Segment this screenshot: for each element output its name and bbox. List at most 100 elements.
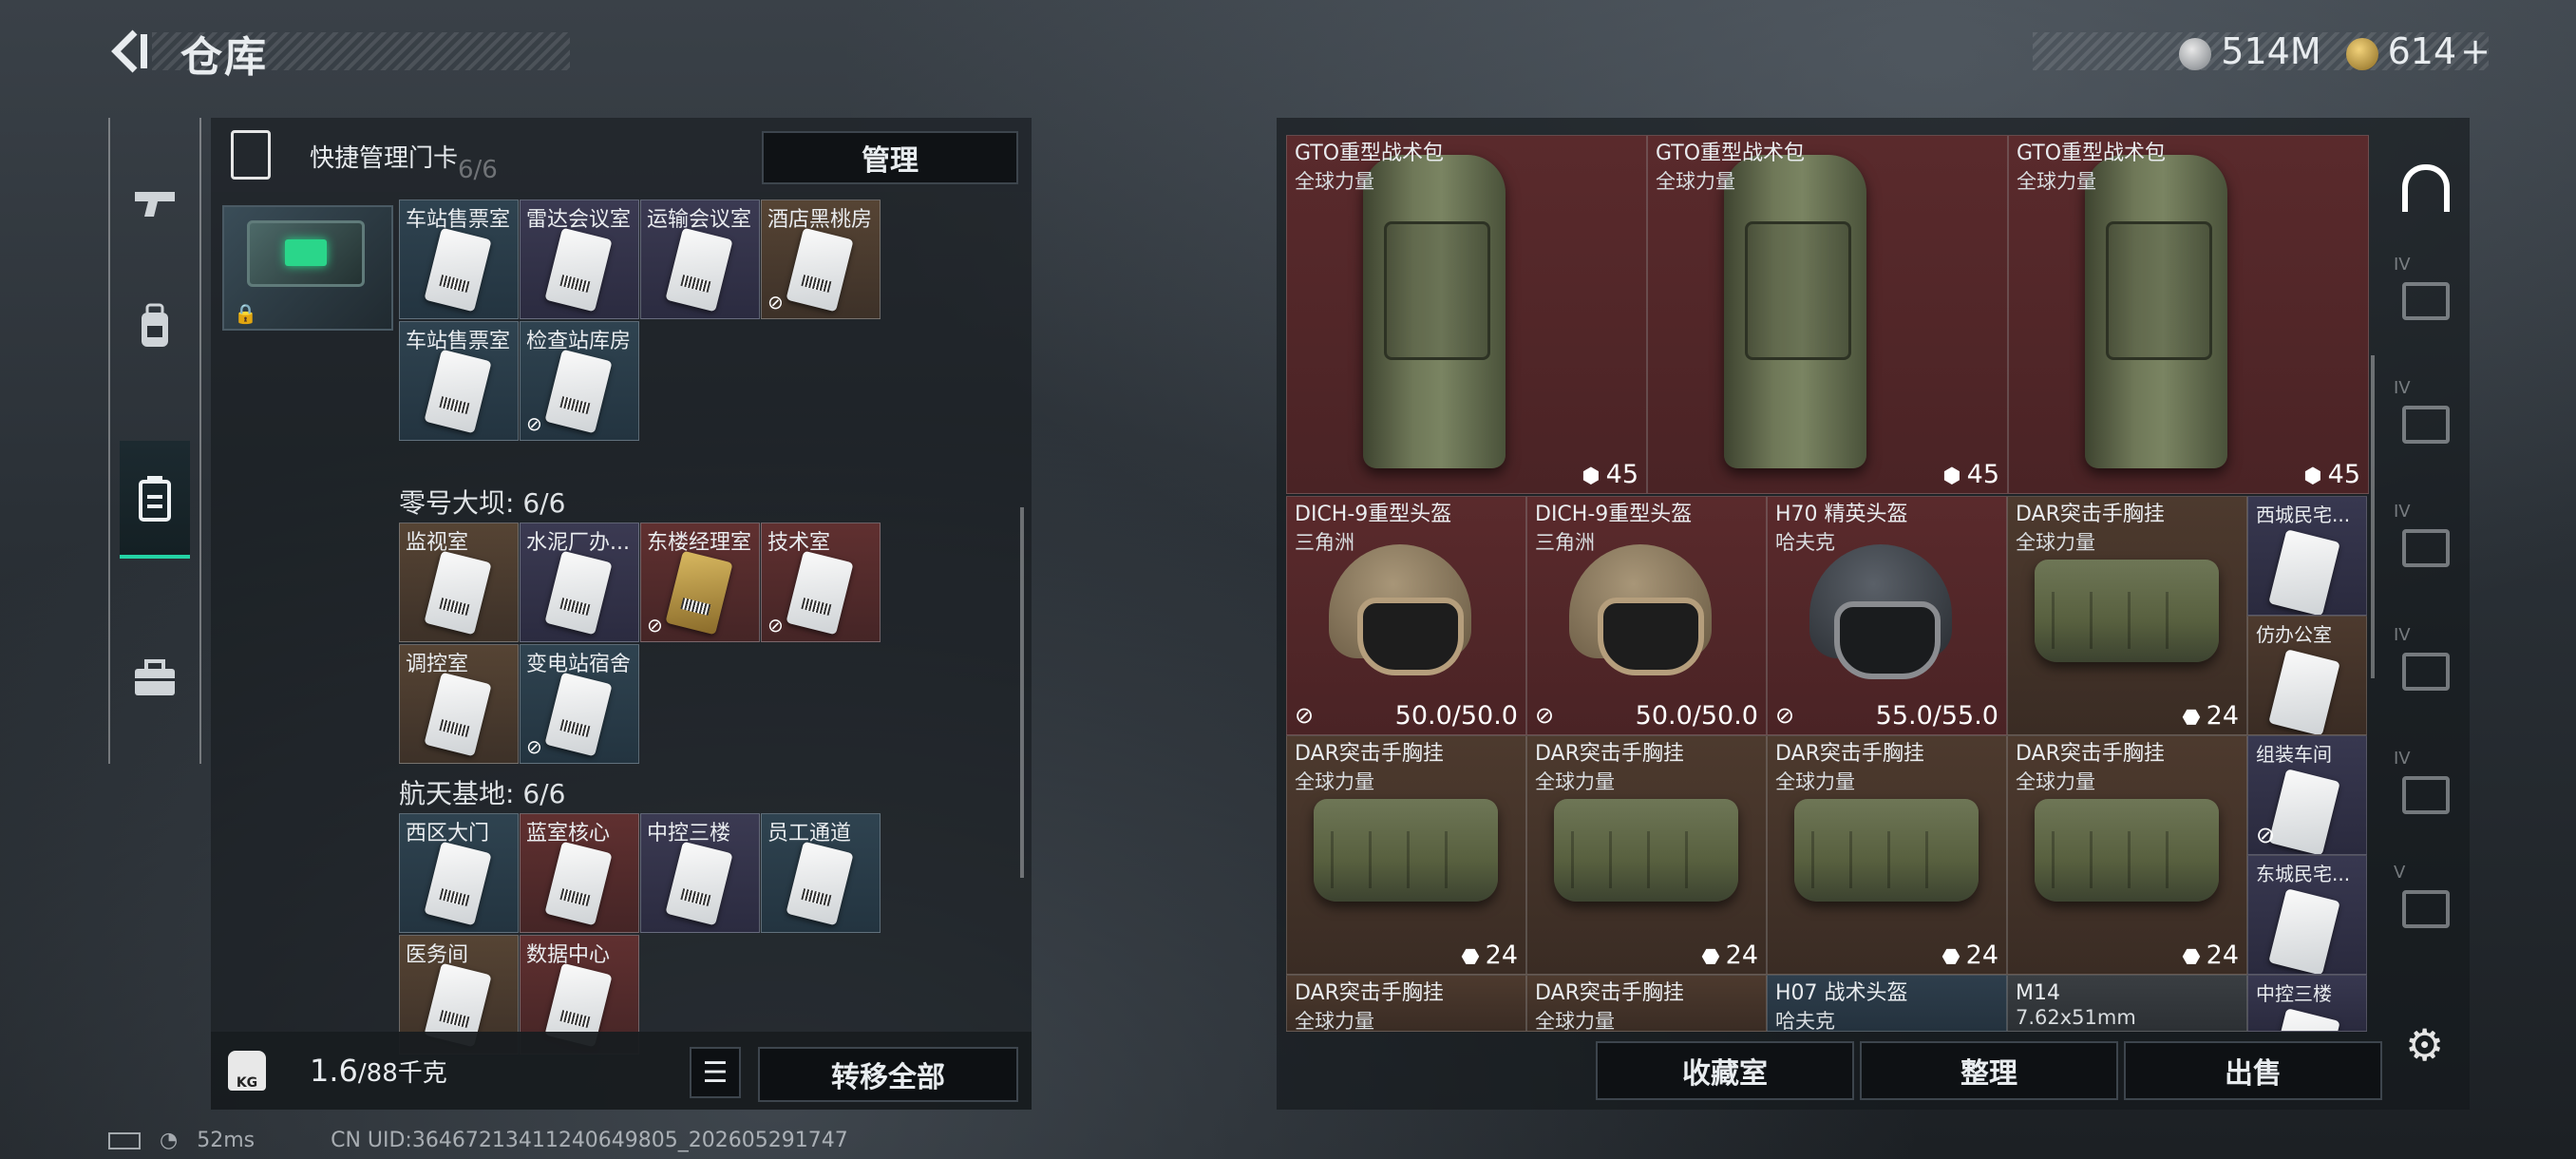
sort-button[interactable]: 整理: [1860, 1041, 2118, 1100]
keycard-cell[interactable]: 调控室: [399, 644, 519, 764]
keycard-name: 车站售票室: [406, 330, 511, 353]
toolbox-tab[interactable]: [120, 621, 190, 735]
no-drop-icon: ⊘: [2256, 822, 2276, 848]
left-scrollbar[interactable]: [1020, 507, 1024, 878]
keycard-image: [544, 672, 613, 757]
keycard-cell[interactable]: 酒店黑桃房 ⊘: [761, 200, 881, 319]
item-value-text: 24: [2206, 940, 2239, 970]
gold-currency[interactable]: 614 +: [2345, 30, 2491, 72]
stash-item[interactable]: M14 7.62x51mm: [2007, 975, 2247, 1032]
stash-item[interactable]: DAR突击手胸挂 全球力量: [1526, 975, 1767, 1032]
item-faction: 全球力量: [1295, 170, 1374, 193]
stash-keycard[interactable]: 组装车间 ⊘: [2247, 735, 2367, 855]
stash-item[interactable]: DAR突击手胸挂 全球力量 ⬣ 24: [2007, 496, 2247, 735]
capacity-icon: ⬣: [1461, 945, 1480, 969]
keycard-name: 运输会议室: [647, 208, 752, 232]
stash-item[interactable]: GTO重型战术包 全球力量 ⬢ 45: [1647, 135, 2008, 494]
stash-item[interactable]: DICH-9重型头盔 三角洲 50.0/50.0 ⊘: [1286, 496, 1526, 735]
keycard-cell[interactable]: 雷达会议室: [520, 200, 639, 319]
stash-item[interactable]: H07 战术头盔 哈夫克: [1767, 975, 2007, 1032]
pistol-icon: [135, 192, 175, 217]
keycard-cell[interactable]: 车站售票室: [399, 321, 519, 441]
stash-tab[interactable]: IV: [2388, 370, 2464, 466]
keycard-cell[interactable]: 蓝室核心: [520, 813, 639, 933]
stash-tab[interactable]: V: [2388, 855, 2464, 950]
backpack-tab[interactable]: [120, 270, 190, 384]
keycard-tab[interactable]: [120, 441, 190, 559]
stash-keycard[interactable]: 东城民宅...: [2247, 855, 2367, 975]
keycard-cell[interactable]: 东楼经理室 ⊘: [640, 522, 760, 642]
stash-tab-level: IV: [2394, 625, 2411, 645]
keycard-name: 蓝室核心: [526, 822, 611, 846]
toolbox-icon: [135, 659, 175, 695]
stash-tab-add-icon: [2402, 653, 2450, 691]
stash-scrollbar[interactable]: [2371, 355, 2375, 678]
stash-item[interactable]: DAR突击手胸挂 全球力量 ⬣ 24: [2007, 735, 2247, 975]
stash-tab[interactable]: IV: [2388, 247, 2464, 342]
back-arrow-icon[interactable]: [106, 27, 156, 76]
item-value: ⬢ 45: [1582, 460, 1638, 489]
vest-image: [1314, 799, 1498, 902]
stash-panel: GTO重型战术包 全球力量 ⬢ 45 GTO重型战术包 全球力量 ⬢ 45 GTO重型战术包 全球…: [1277, 118, 2470, 1110]
stash-item[interactable]: DAR突击手胸挂 全球力量 ⬣ 24: [1526, 735, 1767, 975]
stash-item[interactable]: GTO重型战术包 全球力量 ⬢ 45: [1286, 135, 1647, 494]
stash-keycard[interactable]: 中控三楼: [2247, 975, 2367, 1032]
vest-image: [2035, 560, 2219, 662]
settings-gear-icon[interactable]: ⚙: [2405, 1022, 2451, 1068]
manage-button[interactable]: 管理: [762, 131, 1018, 184]
item-name: DAR突击手胸挂: [1295, 742, 1444, 766]
keycard-name: 组装车间: [2256, 743, 2332, 766]
no-drop-icon: ⊘: [647, 614, 663, 636]
stash-item[interactable]: GTO重型战术包 全球力量 ⬢ 45: [2008, 135, 2369, 494]
stash-tab[interactable]: IV: [2388, 618, 2464, 712]
keycard-cell[interactable]: 西区大门: [399, 813, 519, 933]
capacity-icon: ⬢: [1942, 465, 1961, 488]
keycard-image: [786, 550, 854, 636]
list-view-button[interactable]: ☰: [690, 1047, 741, 1098]
capacity-icon: ⬢: [2303, 465, 2322, 488]
collection-room-button[interactable]: 收藏室: [1596, 1041, 1854, 1100]
page-title: 仓库: [180, 33, 268, 82]
keycard-cell[interactable]: 水泥厂办...: [520, 522, 639, 642]
stash-tab[interactable]: [2388, 141, 2464, 236]
keycard-image: [544, 349, 613, 434]
keycard-cell[interactable]: 技术室 ⊘: [761, 522, 881, 642]
stash-keycard[interactable]: 西城民宅...: [2247, 496, 2367, 616]
keycard-cell[interactable]: 变电站宿舍 ⊘: [520, 644, 639, 764]
no-drop-icon: ⊘: [1775, 702, 1795, 729]
add-currency-icon[interactable]: +: [2460, 30, 2491, 72]
item-name: H70 精英头盔: [1775, 503, 1908, 526]
stash-item[interactable]: DICH-9重型头盔 三角洲 50.0/50.0 ⊘: [1526, 496, 1767, 735]
keycard-image: [2268, 529, 2340, 615]
keycard-image: [424, 349, 492, 434]
stash-item[interactable]: H70 精英头盔 哈夫克 55.0/55.0 ⊘: [1767, 496, 2007, 735]
weapon-tab[interactable]: [120, 146, 190, 260]
capacity-icon: ⬢: [1582, 465, 1601, 488]
sell-button[interactable]: 出售: [2124, 1041, 2382, 1100]
keycard-cell[interactable]: 检查站库房 ⊘: [520, 321, 639, 441]
keycard-image: [544, 550, 613, 636]
stash-tab-icon: [2402, 890, 2450, 928]
keycard-cell[interactable]: 车站售票室: [399, 200, 519, 319]
stash-item[interactable]: DAR突击手胸挂 全球力量 ⬣ 24: [1767, 735, 2007, 975]
keycard-cell[interactable]: 员工通道: [761, 813, 881, 933]
stash-item[interactable]: DAR突击手胸挂 全球力量 ⬣ 24: [1286, 735, 1526, 975]
stash-tab[interactable]: IV: [2388, 741, 2464, 836]
stash-keycard[interactable]: 仿办公室: [2247, 616, 2367, 735]
no-drop-icon: ⊘: [1535, 702, 1555, 729]
stash-tab[interactable]: IV: [2388, 494, 2464, 589]
keycard-cell[interactable]: 运输会议室: [640, 200, 760, 319]
keycard-holder-slot[interactable]: 🔒: [222, 205, 393, 331]
status-bar: ◔ 52ms CN UID:3646721341124064980​5_2026…: [108, 1129, 848, 1152]
item-faction: 全球力量: [1295, 770, 1374, 793]
vest-image: [1554, 799, 1738, 902]
keycard-image: [544, 841, 613, 926]
keycard-cell[interactable]: 监视室: [399, 522, 519, 642]
stash-item[interactable]: DAR突击手胸挂 全球力量: [1286, 975, 1526, 1032]
keycard-image: [544, 227, 613, 313]
keycard-cell[interactable]: 中控三楼: [640, 813, 760, 933]
keycard-name: 西区大门: [406, 822, 490, 846]
gold-coin-icon: [2345, 37, 2378, 70]
stash-tab-level: IV: [2394, 502, 2411, 522]
transfer-all-button[interactable]: 转移全部: [758, 1047, 1018, 1102]
